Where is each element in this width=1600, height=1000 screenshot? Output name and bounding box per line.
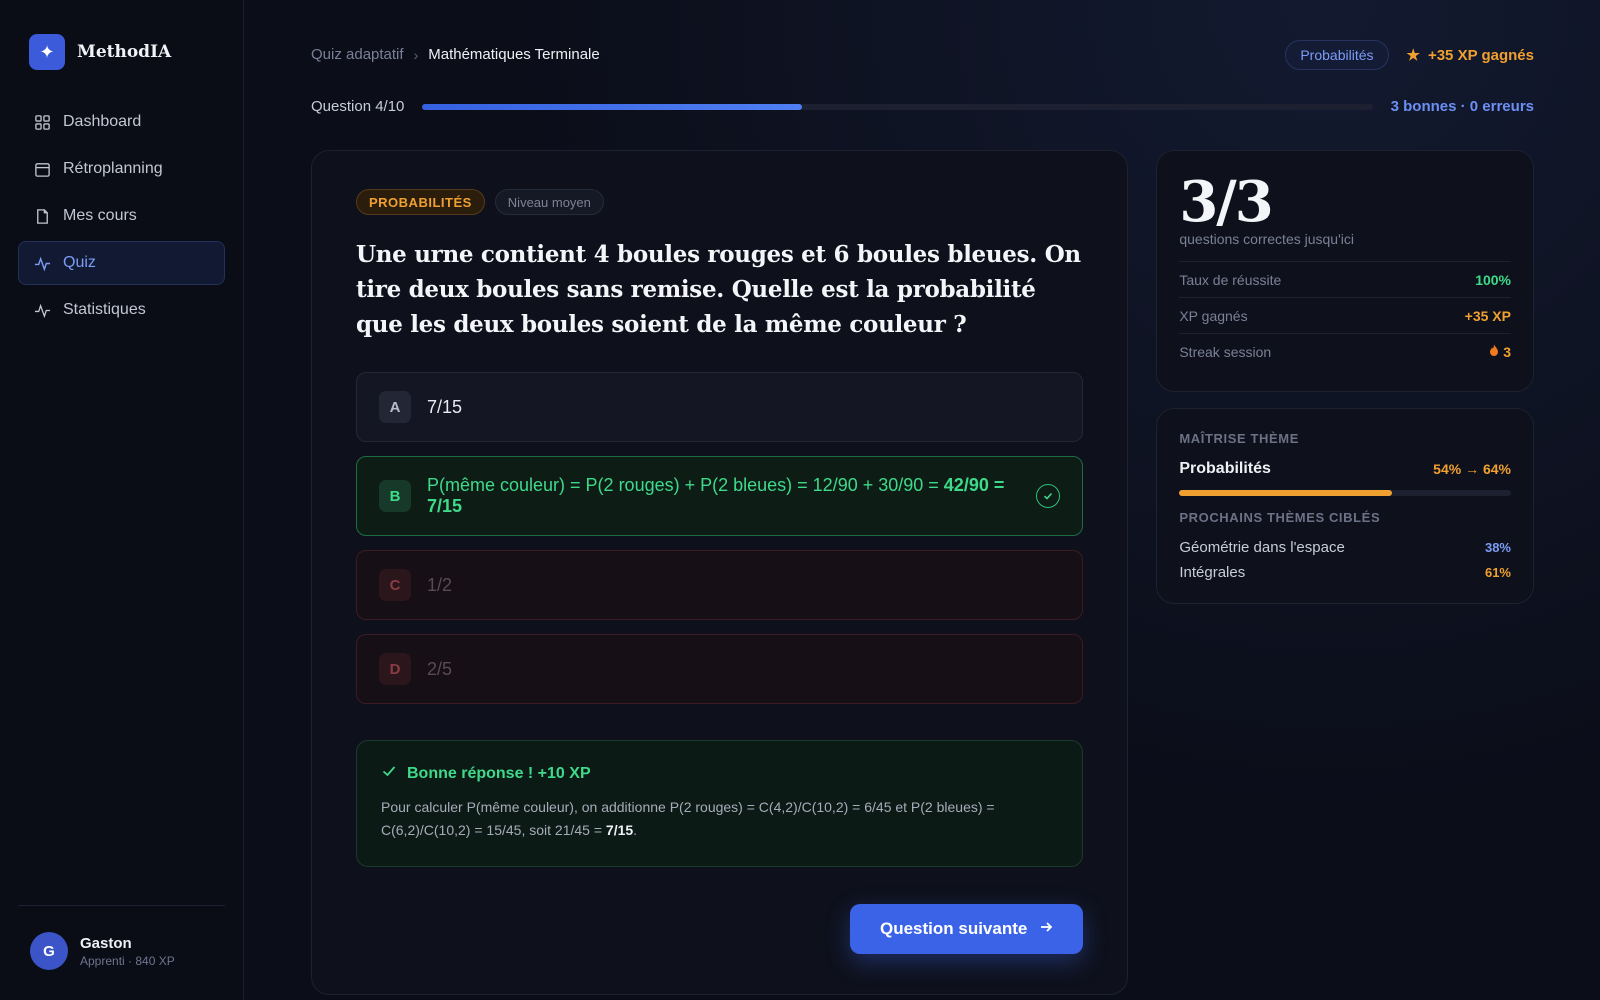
user-level: Apprenti · 840 XP (80, 953, 175, 968)
option-letter: B (379, 480, 411, 512)
calendar-icon (33, 160, 51, 178)
brand-name: MethodIA (77, 42, 172, 62)
sidebar-item-label: Dashboard (63, 113, 142, 130)
sidebar-item-label: Rétroplanning (63, 160, 163, 177)
level-tag: Niveau moyen (494, 189, 604, 215)
mastery-value: 54% → 64% (1433, 461, 1511, 477)
sidebar-item-label: Statistiques (63, 301, 146, 318)
option-text: P(même couleur) = P(2 rouges) + P(2 bleu… (427, 475, 1005, 516)
score-panel: 3/3 questions correctes jusqu'ici Taux d… (1156, 150, 1534, 392)
right-column: 3/3 questions correctes jusqu'ici Taux d… (1156, 150, 1534, 995)
xp-earned-text: +35 XP gagnés (1427, 46, 1534, 64)
user-profile[interactable]: G Gaston Apprenti · 840 XP (18, 905, 225, 1000)
option-text: 2/5 (427, 658, 453, 679)
answer-option-d[interactable]: D 2/5 (356, 634, 1084, 704)
pulse-icon (33, 254, 51, 272)
check-icon (381, 763, 397, 784)
mastery-row: Probabilités 54% → 64% (1179, 460, 1511, 478)
quiz-layout: PROBABILITÉS Niveau moyen Une urne conti… (311, 150, 1534, 995)
option-text: 1/2 (427, 574, 453, 595)
score-summary: 3 bonnes · 0 erreurs (1390, 98, 1534, 115)
sidebar-item-mes-cours[interactable]: Mes cours (18, 194, 225, 238)
sparkle-icon: ✦ (29, 34, 65, 70)
feedback-title-text: Bonne réponse ! +10 XP (407, 764, 591, 782)
stat-list: Taux de réussite 100% XP gagnés +35 XP S… (1179, 261, 1511, 369)
grid-icon (33, 113, 51, 131)
sidebar: ✦ MethodIA Dashboard Rétroplanning Mes c… (0, 0, 244, 1000)
brand[interactable]: ✦ MethodIA (18, 34, 225, 70)
next-themes-list: Géométrie dans l'espace 38% Intégrales 6… (1179, 539, 1511, 581)
stat-row-xp: XP gagnés +35 XP (1179, 297, 1511, 333)
user-name: Gaston (80, 934, 132, 952)
sidebar-item-retroplanning[interactable]: Rétroplanning (18, 147, 225, 191)
question-text: Une urne contient 4 boules rouges et 6 b… (356, 241, 1081, 338)
mastery-theme: Probabilités (1179, 460, 1271, 477)
header-right: Probabilités ★ +35 XP gagnés (1285, 40, 1534, 70)
breadcrumb: Quiz adaptatif › Mathématiques Terminale (311, 46, 600, 63)
topic-tag: PROBABILITÉS (356, 189, 485, 215)
answer-option-b[interactable]: B P(même couleur) = P(2 rouges) + P(2 bl… (356, 456, 1084, 536)
sidebar-item-statistiques[interactable]: Statistiques (18, 288, 225, 332)
feedback-result: 7/15 (605, 822, 634, 838)
next-question-label: Question suivante (879, 919, 1028, 938)
star-icon: ★ (1406, 47, 1420, 64)
option-text: 7/15 (427, 396, 463, 417)
stat-row-streak: Streak session 3 (1179, 333, 1511, 369)
avatar: G (30, 932, 68, 970)
stat-row-success-rate: Taux de réussite 100% (1179, 261, 1511, 297)
mastery-bar-fill (1179, 490, 1392, 496)
progress-bar (422, 103, 1373, 110)
sidebar-nav: Dashboard Rétroplanning Mes cours Quiz S… (18, 100, 225, 332)
sidebar-item-dashboard[interactable]: Dashboard (18, 100, 225, 144)
mastery-bar (1179, 490, 1511, 496)
breadcrumb-current: Mathématiques Terminale (428, 46, 600, 63)
feedback-title: Bonne réponse ! +10 XP (381, 763, 1058, 784)
answer-option-a[interactable]: A 7/15 (356, 372, 1084, 442)
success-rate-value: 100% (1475, 271, 1511, 288)
score-value: 3/3 (1179, 169, 1273, 235)
score-caption: questions correctes jusqu'ici (1179, 231, 1354, 247)
xp-earned-badge: ★ +35 XP gagnés (1406, 46, 1535, 65)
breadcrumb-parent[interactable]: Quiz adaptatif (311, 46, 404, 63)
mastery-panel: MAÎTRISE THÈME Probabilités 54% → 64% PR… (1156, 408, 1534, 604)
question-card: PROBABILITÉS Niveau moyen Une urne conti… (311, 150, 1129, 995)
activity-icon (33, 301, 51, 319)
answer-feedback: Bonne réponse ! +10 XP Pour calculer P(m… (356, 740, 1084, 867)
streak-value: 3 (1503, 343, 1511, 360)
document-icon (33, 207, 51, 225)
sidebar-item-label: Quiz (63, 254, 96, 271)
feedback-explanation: Pour calculer P(même couleur), on additi… (381, 799, 995, 838)
xp-value: +35 XP (1464, 307, 1511, 324)
flame-icon (1489, 344, 1499, 360)
question-counter: Question 4/10 (311, 98, 405, 115)
mastery-title: MAÎTRISE THÈME (1179, 431, 1299, 446)
next-theme-row[interactable]: Géométrie dans l'espace 38% (1179, 539, 1511, 556)
next-themes-title: PROCHAINS THÈMES CIBLÉS (1179, 510, 1381, 525)
option-letter: A (379, 391, 411, 423)
answer-option-c[interactable]: C 1/2 (356, 550, 1084, 620)
question-tags: PROBABILITÉS Niveau moyen (356, 189, 1083, 215)
next-theme-row[interactable]: Intégrales 61% (1179, 564, 1511, 581)
sidebar-item-label: Mes cours (63, 207, 137, 224)
progress-bar-fill (422, 103, 803, 110)
topbar: Quiz adaptatif › Mathématiques Terminale… (311, 0, 1534, 115)
next-question-button[interactable]: Question suivante (849, 904, 1084, 954)
quiz-progress: Question 4/10 3 bonnes · 0 erreurs (311, 98, 1534, 115)
topic-chip[interactable]: Probabilités (1285, 40, 1389, 70)
answer-options: A 7/15 B P(même couleur) = P(2 rouges) +… (356, 372, 1084, 704)
option-letter: C (379, 569, 411, 601)
sidebar-item-quiz[interactable]: Quiz (18, 241, 225, 285)
chevron-right-icon: › (413, 46, 419, 63)
arrow-right-icon (1039, 919, 1053, 939)
option-letter: D (379, 653, 411, 685)
